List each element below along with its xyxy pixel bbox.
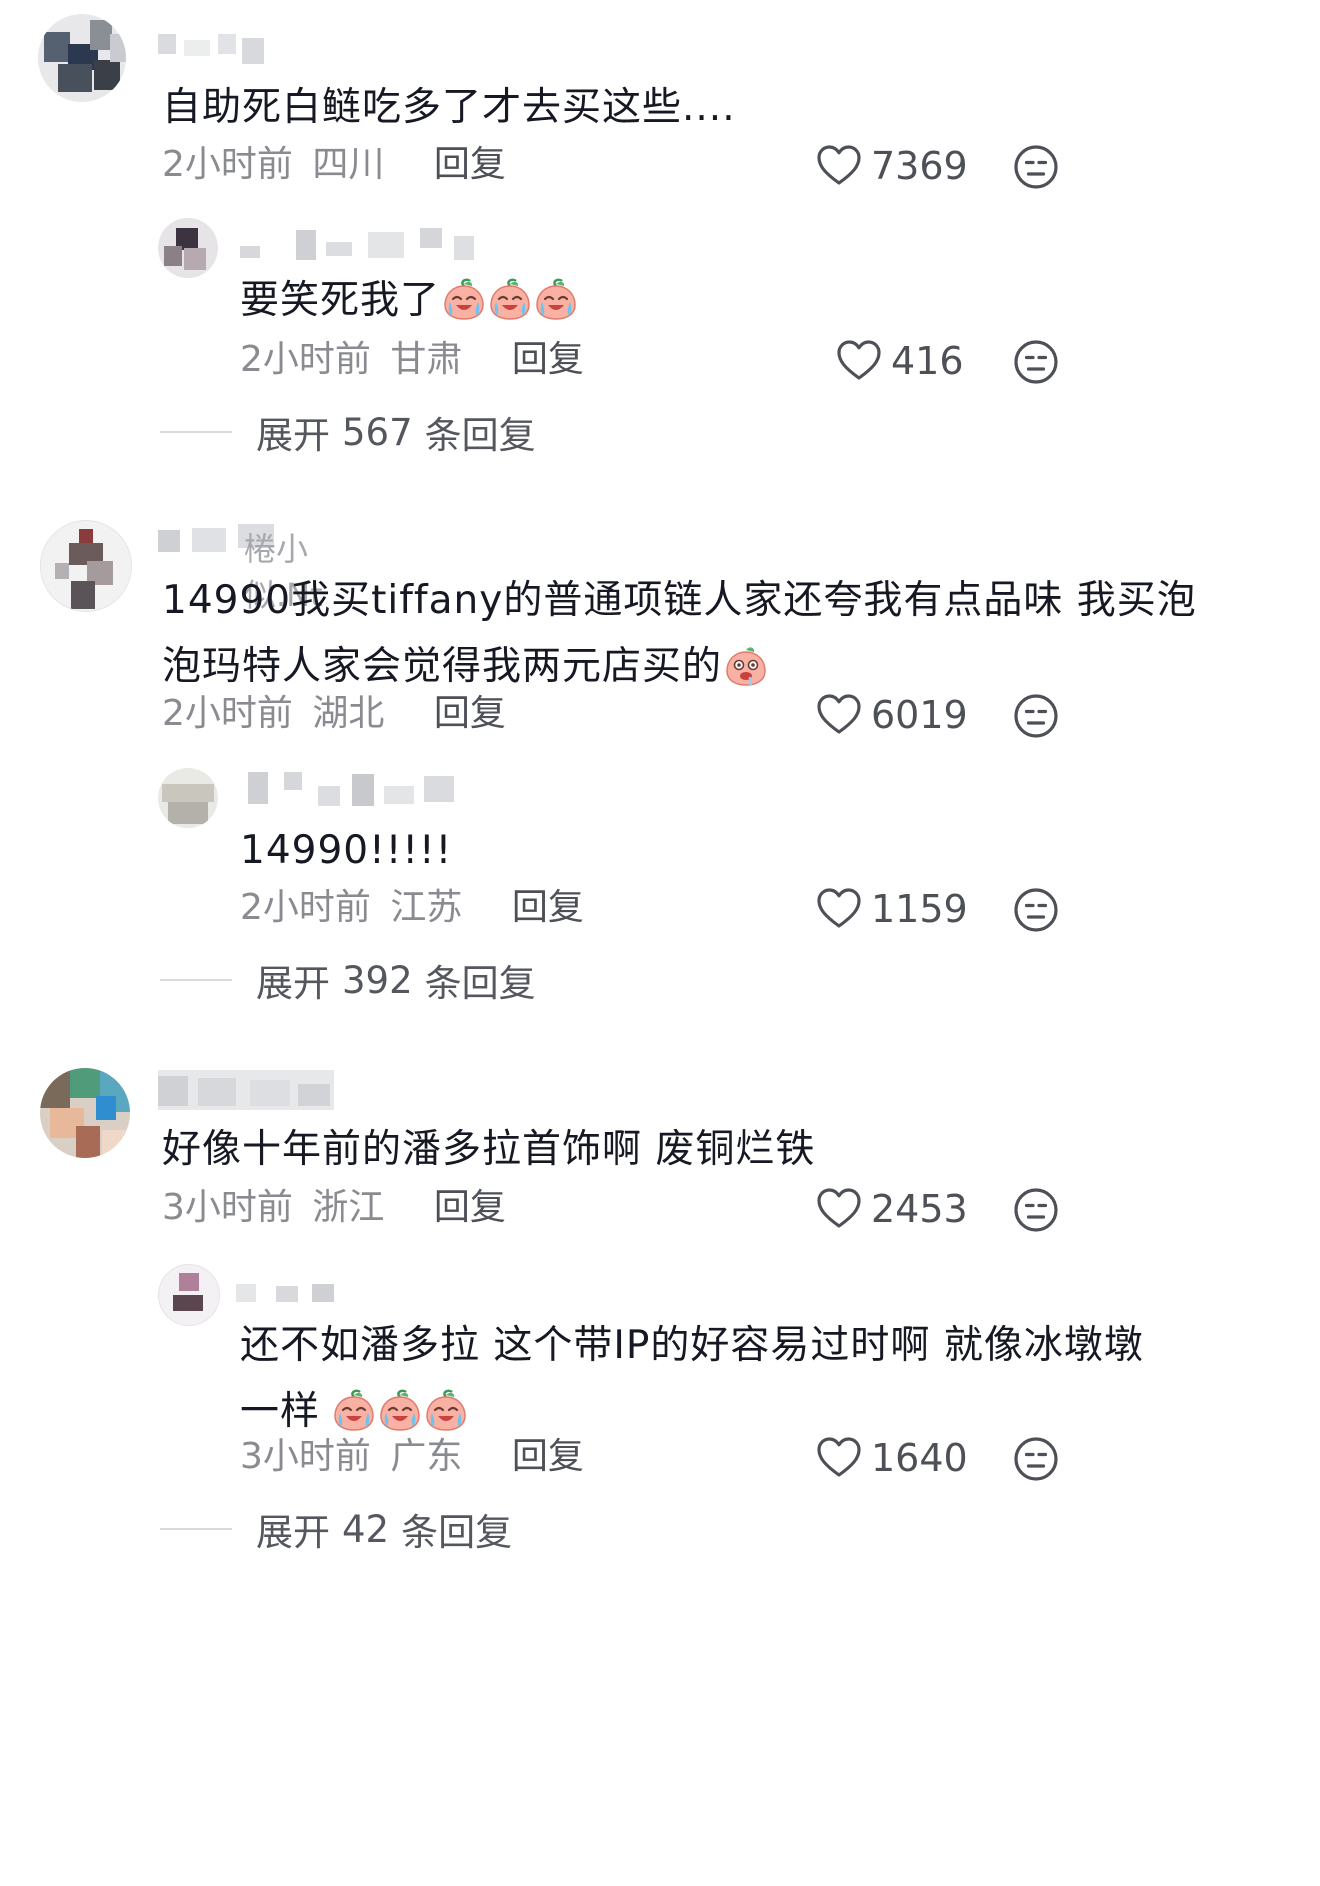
heart-outline-icon (815, 142, 863, 190)
comment-meta: 2小时前 湖北 回复 (162, 692, 506, 736)
divider-line (160, 431, 232, 433)
like-count: 2453 (871, 1187, 968, 1231)
avatar[interactable] (40, 1068, 130, 1158)
comment-text: 14990我买tiffany的普通项链人家还夸我有点品味 我买泡 泡玛特人家会觉… (162, 578, 1197, 689)
reply-time: 2小时前 (240, 887, 371, 928)
neutral-face-icon[interactable] (1012, 886, 1060, 934)
comment-location: 浙江 (312, 1187, 385, 1228)
crying-laughing-peach-emoji (488, 277, 532, 321)
reply-meta: 2小时前 甘肃 回复 (240, 338, 584, 382)
username-redacted[interactable] (158, 1070, 338, 1116)
neutral-face-icon[interactable] (1012, 692, 1060, 740)
comment-text: 好像十年前的潘多拉首饰啊 废铜烂铁 (162, 1127, 816, 1172)
reply-avatar[interactable] (158, 768, 218, 828)
reply-location: 甘肃 (390, 339, 463, 380)
reply-meta: 3小时前 广东 回复 (240, 1435, 584, 1479)
like-button[interactable]: 7369 (815, 142, 968, 190)
comment-location: 四川 (312, 144, 385, 185)
reply-avatar[interactable] (158, 218, 218, 278)
comment-meta: 2小时前 四川 回复 (162, 143, 506, 187)
neutral-face-icon[interactable] (1012, 1186, 1060, 1234)
crying-laughing-peach-emoji (332, 1388, 376, 1432)
comment-time: 3小时前 (162, 1187, 293, 1228)
crying-laughing-peach-emoji (442, 277, 486, 321)
drooling-peach-emoji (724, 643, 768, 687)
expand-replies-button[interactable]: 展开 42 条回复 (160, 1502, 512, 1556)
neutral-face-icon[interactable] (1012, 143, 1060, 191)
comment-text: 自助死白鲢吃多了才去买这些.... (162, 85, 736, 130)
username-redacted[interactable] (158, 30, 268, 76)
reply-time: 3小时前 (240, 1436, 371, 1477)
comment-time: 2小时前 (162, 693, 293, 734)
divider-line (160, 1528, 232, 1530)
like-button[interactable]: 1640 (815, 1434, 968, 1482)
like-count: 416 (891, 339, 964, 383)
expand-replies-button[interactable]: 展开 392 条回复 (160, 953, 536, 1007)
reply-text: 要笑死我了 (240, 268, 578, 334)
heart-outline-icon (815, 1185, 863, 1233)
reply-text: 还不如潘多拉 这个带IP的好容易过时啊 就像冰墩墩 一样 (240, 1323, 1144, 1434)
like-button[interactable]: 416 (835, 337, 964, 385)
crying-laughing-peach-emoji (378, 1388, 422, 1432)
username-redacted[interactable] (236, 1270, 346, 1316)
like-count: 7369 (871, 144, 968, 188)
reply-button[interactable]: 回复 (434, 693, 506, 734)
reply-location: 江苏 (390, 887, 463, 928)
neutral-face-icon[interactable] (1012, 338, 1060, 386)
like-button[interactable]: 2453 (815, 1185, 968, 1233)
comment-location: 湖北 (312, 693, 385, 734)
reply-button[interactable]: 回复 (434, 144, 506, 185)
like-count: 6019 (871, 693, 968, 737)
comment-meta: 3小时前 浙江 回复 (162, 1186, 506, 1230)
heart-outline-icon (815, 885, 863, 933)
like-button[interactable]: 6019 (815, 691, 968, 739)
reply-button[interactable]: 回复 (512, 1436, 584, 1477)
heart-outline-icon (815, 691, 863, 739)
username-redacted[interactable] (240, 226, 480, 272)
divider-line (160, 979, 232, 981)
reply-button[interactable]: 回复 (434, 1187, 506, 1228)
reply-meta: 2小时前 江苏 回复 (240, 886, 584, 930)
crying-laughing-peach-emoji (424, 1388, 468, 1432)
crying-laughing-peach-emoji (534, 277, 578, 321)
avatar[interactable] (38, 14, 126, 102)
reply-avatar[interactable] (158, 1264, 220, 1326)
like-button[interactable]: 1159 (815, 885, 968, 933)
neutral-face-icon[interactable] (1012, 1435, 1060, 1483)
heart-outline-icon (835, 337, 883, 385)
username-partial[interactable]: 棬小似.Nt (158, 522, 323, 614)
reply-time: 2小时前 (240, 339, 371, 380)
username-redacted[interactable] (240, 770, 480, 816)
expand-replies-button[interactable]: 展开 567 条回复 (160, 405, 536, 459)
reply-button[interactable]: 回复 (512, 339, 584, 380)
comment-time: 2小时前 (162, 144, 293, 185)
avatar[interactable] (40, 520, 132, 612)
reply-text: 14990!!!!! (240, 828, 453, 873)
reply-button[interactable]: 回复 (512, 887, 584, 928)
reply-location: 广东 (390, 1436, 463, 1477)
heart-outline-icon (815, 1434, 863, 1482)
like-count: 1640 (871, 1436, 968, 1480)
like-count: 1159 (871, 887, 968, 931)
